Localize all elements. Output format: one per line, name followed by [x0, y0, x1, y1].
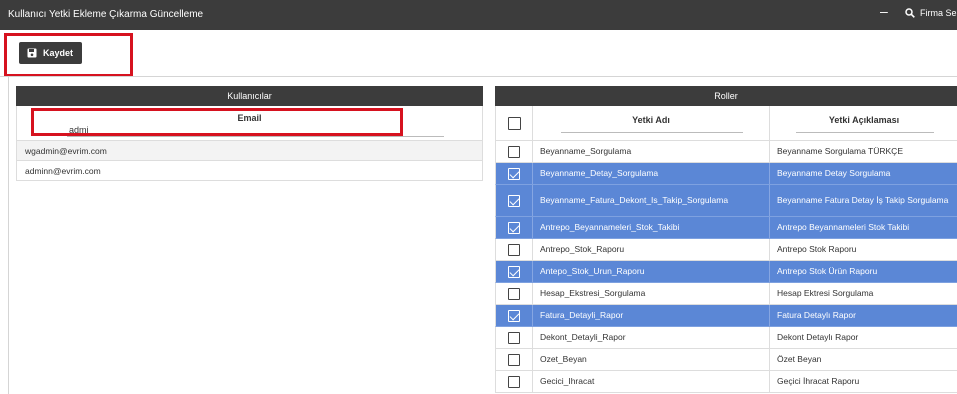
users-panel-title: Kullanıcılar: [16, 86, 483, 106]
role-description: Geçici İhracat Raporu: [777, 375, 860, 386]
window-title: Kullanıcı Yetki Ekleme Çıkarma Güncellem…: [8, 9, 204, 20]
role-row[interactable]: Beyanname_Detay_Sorgulama Beyanname Detay…: [495, 163, 957, 185]
yetki-adi-label: Yetki Adı: [632, 115, 670, 125]
role-row[interactable]: Gecici_Ihracat Geçici İhracat Raporu: [495, 371, 957, 393]
role-description: Antrepo Beyannameleri Stok Takibi: [777, 221, 910, 232]
roles-panel: Roller Yetki Adı Yetki Açıklaması Beyann…: [495, 86, 957, 393]
role-name: Beyanname_Fatura_Dekont_Is_Takip_Sorgula…: [533, 185, 770, 216]
role-row[interactable]: Ozet_Beyan Özet Beyan: [495, 349, 957, 371]
role-name: Antrepo_Beyannameleri_Stok_Takibi: [533, 217, 770, 238]
toolbar-divider: [0, 76, 957, 77]
role-checkbox[interactable]: [508, 221, 520, 234]
search-icon: [905, 8, 915, 18]
user-row[interactable]: wgadmin@evrim.com: [16, 141, 483, 161]
role-description: Beyanname Fatura Detay İş Takip Sorgulam…: [777, 194, 949, 205]
yetki-aciklamasi-label: Yetki Açıklaması: [828, 115, 900, 125]
roles-panel-title: Roller: [495, 86, 957, 106]
roles-table-body: Beyanname_Sorgulama Beyanname Sorgulama T…: [495, 141, 957, 393]
minimize-button[interactable]: –: [880, 3, 888, 19]
role-checkbox-cell: [496, 185, 533, 216]
role-description: Hesap Ektresi Sorgulama: [777, 287, 874, 298]
yetki-aciklamasi-header: Yetki Açıklaması: [770, 106, 957, 140]
highlight-box-email-filter: [31, 108, 403, 136]
role-row[interactable]: Beyanname_Sorgulama Beyanname Sorgulama T…: [495, 141, 957, 163]
role-checkbox-cell: [496, 283, 533, 304]
yetki-adi-header: Yetki Adı: [533, 106, 770, 140]
role-checkbox[interactable]: [508, 145, 520, 158]
role-name: Beyanname_Sorgulama: [533, 141, 770, 162]
role-name: Fatura_Detayli_Rapor: [533, 305, 770, 326]
search-label: Firma Se: [920, 8, 957, 18]
select-all-cell: [496, 106, 533, 140]
role-description: Özet Beyan: [777, 353, 822, 364]
role-checkbox[interactable]: [508, 331, 520, 344]
role-row[interactable]: Beyanname_Fatura_Dekont_Is_Takip_Sorgula…: [495, 185, 957, 217]
save-label: Kaydet: [43, 48, 74, 58]
role-checkbox[interactable]: [508, 309, 520, 322]
left-border: [8, 77, 9, 394]
save-icon: [27, 48, 37, 58]
role-description: Beyanname Sorgulama TÜRKÇE: [777, 145, 903, 156]
role-checkbox[interactable]: [508, 375, 520, 388]
role-name: Beyanname_Detay_Sorgulama: [533, 163, 770, 184]
role-name: Gecici_Ihracat: [533, 371, 770, 392]
select-all-checkbox[interactable]: [507, 116, 521, 130]
role-name: Antepo_Stok_Urun_Raporu: [533, 261, 770, 282]
save-button[interactable]: Kaydet: [19, 42, 82, 64]
yetki-aciklamasi-filter[interactable]: [796, 132, 934, 133]
role-row[interactable]: Antrepo_Stok_Raporu Antrepo Stok Raporu: [495, 239, 957, 261]
title-bar: Kullanıcı Yetki Ekleme Çıkarma Güncellem…: [0, 0, 957, 30]
role-name: Dekont_Detayli_Rapor: [533, 327, 770, 348]
role-checkbox[interactable]: [508, 194, 520, 207]
role-row[interactable]: Antepo_Stok_Urun_Raporu Antrepo Stok Ürün…: [495, 261, 957, 283]
role-checkbox-cell: [496, 163, 533, 184]
role-checkbox-cell: [496, 327, 533, 348]
role-row[interactable]: Fatura_Detayli_Rapor Fatura Detaylı Rapor: [495, 305, 957, 327]
role-checkbox-cell: [496, 141, 533, 162]
role-checkbox-cell: [496, 349, 533, 370]
yetki-adi-filter[interactable]: [561, 132, 743, 133]
role-checkbox-cell: [496, 217, 533, 238]
role-row[interactable]: Antrepo_Beyannameleri_Stok_Takibi Antrepo…: [495, 217, 957, 239]
user-row[interactable]: adminn@evrim.com: [16, 161, 483, 181]
roles-column-header: Yetki Adı Yetki Açıklaması: [495, 106, 957, 141]
role-name: Ozet_Beyan: [533, 349, 770, 370]
role-name: Antrepo_Stok_Raporu: [533, 239, 770, 260]
role-row[interactable]: Dekont_Detayli_Rapor Dekont Detaylı Rapor: [495, 327, 957, 349]
role-checkbox[interactable]: [508, 167, 520, 180]
role-checkbox-cell: [496, 239, 533, 260]
role-checkbox-cell: [496, 371, 533, 392]
role-name: Hesap_Ekstresi_Sorgulama: [533, 283, 770, 304]
role-description: Fatura Detaylı Rapor: [777, 309, 856, 320]
role-description: Antrepo Stok Ürün Raporu: [777, 265, 878, 276]
role-checkbox[interactable]: [508, 287, 520, 300]
role-description: Beyanname Detay Sorgulama: [777, 167, 891, 178]
role-description: Antrepo Stok Raporu: [777, 243, 857, 254]
role-checkbox-cell: [496, 261, 533, 282]
role-checkbox[interactable]: [508, 353, 520, 366]
role-row[interactable]: Hesap_Ekstresi_Sorgulama Hesap Ektresi So…: [495, 283, 957, 305]
role-checkbox[interactable]: [508, 243, 520, 256]
role-description: Dekont Detaylı Rapor: [777, 331, 859, 342]
firma-search[interactable]: Firma Se: [905, 8, 957, 18]
role-checkbox[interactable]: [508, 265, 520, 278]
role-checkbox-cell: [496, 305, 533, 326]
